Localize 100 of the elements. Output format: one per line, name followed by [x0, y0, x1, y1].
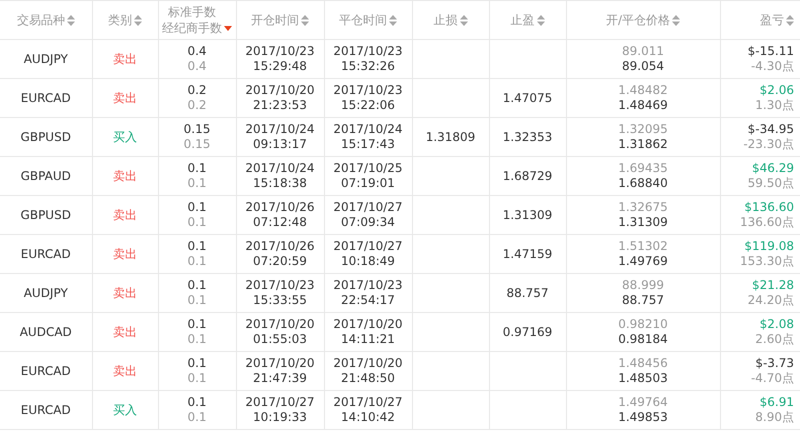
lots-value: 0.1 — [187, 239, 207, 254]
price-text: 1.48456 — [618, 356, 668, 371]
lots-value: 0.2 — [187, 83, 207, 98]
lots-value: 0.1 — [187, 293, 207, 308]
time-text: 14:11:21 — [341, 332, 395, 347]
column-header[interactable]: 交易品种 — [0, 0, 92, 40]
profit-amount: $46.29 — [752, 161, 794, 176]
lots-value: 0.1 — [187, 317, 207, 332]
date-text: 2017/10/23 — [333, 278, 403, 293]
table-cell: EURCAD — [0, 78, 92, 118]
profit-amount: $21.28 — [752, 278, 794, 293]
time-text: 21:23:53 — [253, 98, 307, 113]
profit-amount: $6.91 — [760, 395, 794, 410]
lots-value: 0.1 — [187, 410, 207, 425]
table-cell: AUDJPY — [0, 274, 92, 312]
date-text: 2017/10/27 — [333, 239, 403, 254]
price-text: 1.68840 — [618, 176, 668, 191]
table-cell: 88.757 — [506, 286, 548, 300]
profit-amount: $136.60 — [744, 200, 794, 215]
table-cell: GBPAUD — [0, 156, 92, 196]
price-text: 89.054 — [622, 59, 664, 74]
profit-points: 1.30点 — [755, 98, 794, 113]
sort-icon — [786, 14, 794, 26]
date-text: 2017/10/27 — [245, 395, 315, 410]
table-cell: AUDCAD — [0, 312, 92, 352]
sort-icon — [301, 14, 309, 26]
time-text: 15:29:48 — [253, 59, 307, 74]
price-text: 1.32675 — [618, 200, 668, 215]
time-text: 10:19:33 — [253, 410, 307, 425]
date-text: 2017/10/23 — [333, 83, 403, 98]
table-cell: GBPUSD — [0, 118, 92, 156]
price-text: 1.69435 — [618, 161, 668, 176]
profit-amount: $119.08 — [744, 239, 794, 254]
column-header[interactable]: 盈亏 — [720, 0, 800, 40]
sort-icon — [389, 14, 397, 26]
price-text: 1.49769 — [618, 254, 668, 269]
date-text: 2017/10/24 — [245, 161, 315, 176]
column-header[interactable]: 标准手数 经纪商手数 — [158, 0, 236, 40]
lots-value: 0.2 — [187, 98, 207, 113]
table-cell: 0.97169 — [502, 325, 552, 339]
column-header[interactable]: 开仓时间 — [236, 0, 324, 40]
date-text: 2017/10/23 — [245, 44, 315, 59]
profit-points: -23.30点 — [743, 137, 794, 152]
date-text: 2017/10/20 — [245, 356, 315, 371]
price-text: 0.98210 — [618, 317, 668, 332]
date-text: 2017/10/24 — [333, 122, 403, 137]
lots-value: 0.1 — [187, 332, 207, 347]
profit-amount: $-3.73 — [755, 356, 794, 371]
column-header[interactable]: 平仓时间 — [324, 0, 412, 40]
lots-value: 0.1 — [187, 215, 207, 230]
trade-side: 买入 — [92, 118, 158, 156]
profit-amount: $2.08 — [760, 317, 794, 332]
price-text: 1.32095 — [618, 122, 668, 137]
time-text: 15:22:06 — [341, 98, 395, 113]
date-text: 2017/10/23 — [245, 278, 315, 293]
time-text: 15:32:26 — [341, 59, 395, 74]
trade-side: 卖出 — [92, 352, 158, 390]
time-text: 07:12:48 — [253, 215, 307, 230]
column-header[interactable]: 类别 — [92, 0, 158, 40]
trade-side: 卖出 — [92, 78, 158, 118]
column-header[interactable]: 止盈 — [489, 0, 566, 40]
lots-value: 0.1 — [187, 278, 207, 293]
price-text: 1.31309 — [618, 215, 668, 230]
sort-icon — [672, 14, 680, 26]
table-cell: 1.31809 — [426, 130, 476, 144]
profit-amount: $-15.11 — [748, 44, 794, 59]
time-text: 10:18:49 — [341, 254, 395, 269]
time-text: 09:13:17 — [253, 137, 307, 152]
lots-value: 0.4 — [187, 59, 207, 74]
time-text: 21:47:39 — [253, 371, 307, 386]
price-text: 1.48482 — [618, 83, 668, 98]
date-text: 2017/10/20 — [333, 356, 403, 371]
profit-amount: $2.06 — [760, 83, 794, 98]
lots-value: 0.1 — [187, 356, 207, 371]
table-cell: 1.68729 — [502, 169, 552, 183]
trade-side: 买入 — [92, 390, 158, 430]
price-text: 88.999 — [622, 278, 664, 293]
trade-side: 卖出 — [92, 274, 158, 312]
price-text: 88.757 — [622, 293, 664, 308]
date-text: 2017/10/20 — [333, 317, 403, 332]
price-text: 1.31862 — [618, 137, 668, 152]
column-header[interactable]: 止损 — [412, 0, 489, 40]
trade-side: 卖出 — [92, 40, 158, 78]
date-text: 2017/10/23 — [333, 44, 403, 59]
date-text: 2017/10/26 — [245, 200, 315, 215]
time-text: 07:09:34 — [341, 215, 395, 230]
date-text: 2017/10/20 — [245, 317, 315, 332]
sort-icon — [460, 14, 468, 26]
price-text: 1.51302 — [618, 239, 668, 254]
time-text: 07:19:01 — [341, 176, 395, 191]
lots-value: 0.15 — [184, 137, 210, 152]
lots-value: 0.1 — [187, 176, 207, 191]
price-text: 1.49853 — [618, 410, 668, 425]
time-text: 15:17:43 — [341, 137, 395, 152]
profit-points: 153.30点 — [740, 254, 794, 269]
time-text: 15:33:55 — [253, 293, 307, 308]
profit-points: -4.70点 — [750, 371, 794, 386]
time-text: 22:54:17 — [341, 293, 395, 308]
column-header[interactable]: 开/平仓价格 — [566, 0, 720, 40]
profit-points: -4.30点 — [750, 59, 794, 74]
